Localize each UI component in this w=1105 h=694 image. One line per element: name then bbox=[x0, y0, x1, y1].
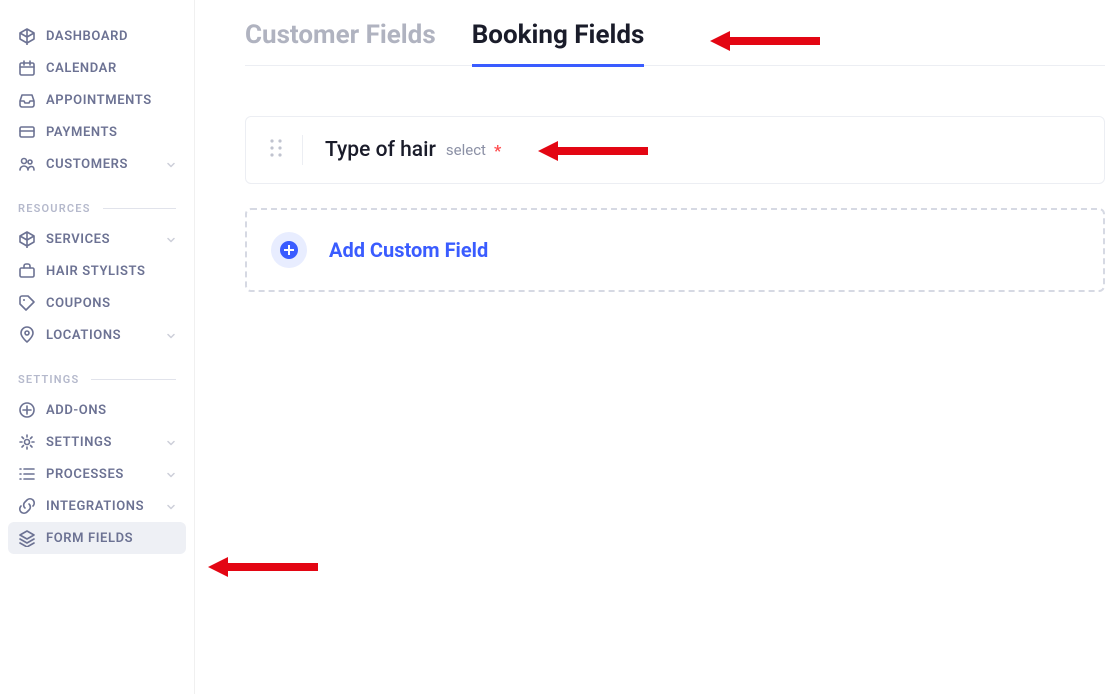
divider bbox=[91, 379, 176, 380]
field-label: Type of hair bbox=[325, 138, 436, 162]
chevron-down-icon bbox=[166, 159, 176, 169]
drag-handle-icon[interactable] bbox=[270, 139, 282, 161]
sidebar-item-label: SERVICES bbox=[46, 232, 110, 247]
sidebar-item-settings[interactable]: SETTINGS bbox=[0, 426, 194, 458]
field-card[interactable]: Type of hair select * bbox=[245, 116, 1105, 184]
sidebar-item-hair-stylists[interactable]: HAIR STYLISTS bbox=[0, 255, 194, 287]
sidebar-item-processes[interactable]: PROCESSES bbox=[0, 458, 194, 490]
card-icon bbox=[18, 123, 36, 141]
sidebar-item-label: LOCATIONS bbox=[46, 328, 121, 343]
field-type: select bbox=[446, 141, 486, 159]
plus-circle-icon bbox=[18, 401, 36, 419]
sidebar-item-appointments[interactable]: APPOINTMENTS bbox=[0, 84, 194, 116]
sidebar-item-label: PROCESSES bbox=[46, 467, 124, 482]
sidebar-item-payments[interactable]: PAYMENTS bbox=[0, 116, 194, 148]
case-icon bbox=[18, 262, 36, 280]
users-icon bbox=[18, 155, 36, 173]
layers-icon bbox=[18, 529, 36, 547]
add-custom-field-label: Add Custom Field bbox=[329, 238, 488, 262]
sidebar-item-label: COUPONS bbox=[46, 296, 111, 311]
sidebar-item-label: ADD-ONS bbox=[46, 403, 107, 418]
chevron-down-icon bbox=[166, 437, 176, 447]
nav-main: DASHBOARD CALENDAR APPOINTMENTS PAYMENTS CUS… bbox=[0, 20, 194, 180]
sidebar-item-dashboard[interactable]: DASHBOARD bbox=[0, 20, 194, 52]
link-icon bbox=[18, 497, 36, 515]
sidebar-item-coupons[interactable]: COUPONS bbox=[0, 287, 194, 319]
main-content: Customer Fields Booking Fields Type of ha… bbox=[195, 0, 1105, 694]
sidebar-item-label: APPOINTMENTS bbox=[46, 93, 152, 108]
tab-customer-fields[interactable]: Customer Fields bbox=[245, 20, 436, 67]
section-header-label: SETTINGS bbox=[18, 373, 79, 386]
sidebar-item-customers[interactable]: CUSTOMERS bbox=[0, 148, 194, 180]
plus-circle-icon bbox=[271, 232, 307, 268]
sidebar: DASHBOARD CALENDAR APPOINTMENTS PAYMENTS CUS… bbox=[0, 0, 195, 694]
nav-resources: SERVICES HAIR STYLISTS COUPONS LOCATIONS bbox=[0, 223, 194, 351]
sidebar-item-label: DASHBOARD bbox=[46, 29, 128, 44]
divider bbox=[302, 135, 303, 165]
chevron-down-icon bbox=[166, 501, 176, 511]
divider bbox=[103, 208, 176, 209]
calendar-icon bbox=[18, 59, 36, 77]
sidebar-item-label: CUSTOMERS bbox=[46, 157, 128, 172]
sidebar-item-label: SETTINGS bbox=[46, 435, 112, 450]
section-header-settings: SETTINGS bbox=[0, 351, 194, 394]
cube-icon bbox=[18, 27, 36, 45]
add-custom-field-button[interactable]: Add Custom Field bbox=[245, 208, 1105, 292]
chevron-down-icon bbox=[166, 330, 176, 340]
tab-booking-fields[interactable]: Booking Fields bbox=[472, 20, 645, 67]
section-header-resources: RESOURCES bbox=[0, 180, 194, 223]
gear-icon bbox=[18, 433, 36, 451]
sidebar-item-integrations[interactable]: INTEGRATIONS bbox=[0, 490, 194, 522]
tag-icon bbox=[18, 294, 36, 312]
chevron-down-icon bbox=[166, 469, 176, 479]
sidebar-item-label: HAIR STYLISTS bbox=[46, 264, 146, 279]
sidebar-item-label: CALENDAR bbox=[46, 61, 117, 76]
sidebar-item-label: PAYMENTS bbox=[46, 125, 118, 140]
sidebar-item-form-fields[interactable]: FORM FIELDS bbox=[8, 522, 186, 554]
cube-icon bbox=[18, 230, 36, 248]
sidebar-item-locations[interactable]: LOCATIONS bbox=[0, 319, 194, 351]
section-header-label: RESOURCES bbox=[18, 202, 91, 215]
required-star-icon: * bbox=[494, 141, 501, 160]
inbox-icon bbox=[18, 91, 36, 109]
sidebar-item-add-ons[interactable]: ADD-ONS bbox=[0, 394, 194, 426]
content: Type of hair select * Add Custom Field bbox=[245, 66, 1105, 292]
nav-settings: ADD-ONS SETTINGS PROCESSES INTEGRATIONS FORM… bbox=[0, 394, 194, 554]
tabs: Customer Fields Booking Fields bbox=[245, 0, 1105, 66]
sidebar-item-calendar[interactable]: CALENDAR bbox=[0, 52, 194, 84]
sidebar-item-services[interactable]: SERVICES bbox=[0, 223, 194, 255]
list-icon bbox=[18, 465, 36, 483]
pin-icon bbox=[18, 326, 36, 344]
chevron-down-icon bbox=[166, 234, 176, 244]
sidebar-item-label: INTEGRATIONS bbox=[46, 499, 144, 514]
sidebar-item-label: FORM FIELDS bbox=[46, 531, 133, 546]
